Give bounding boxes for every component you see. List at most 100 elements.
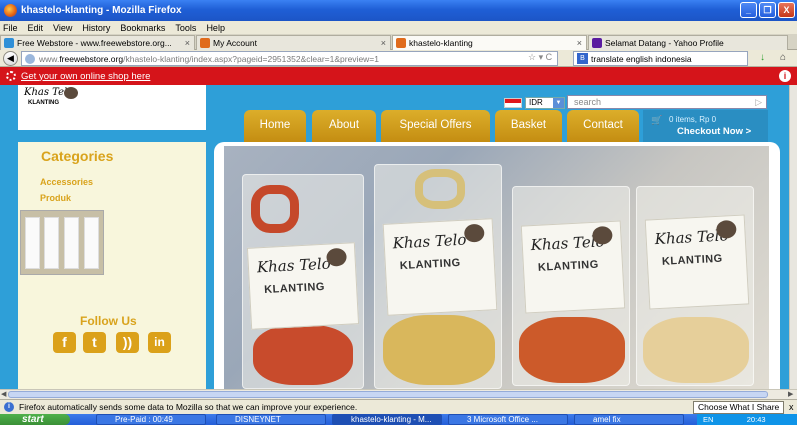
close-notification-icon[interactable]: x [789, 402, 794, 412]
menu-help[interactable]: Help [206, 23, 225, 33]
search-go-icon[interactable]: ▷ [755, 96, 762, 108]
loading-spinner-icon [6, 71, 16, 81]
back-button[interactable]: ◀ [3, 51, 18, 66]
snack-ring [251, 185, 299, 233]
promo-bar: Get your own online shop here i [0, 67, 797, 85]
choose-what-i-share-button[interactable]: Choose What I Share [693, 401, 785, 414]
product-label: Khas Telo KLANTING [644, 214, 750, 310]
start-button[interactable]: start [0, 414, 70, 425]
tab-khastelo-klanting[interactable]: khastelo-klanting × [392, 35, 587, 50]
menu-file[interactable]: File [3, 23, 18, 33]
cart-icon: 🛒 [651, 115, 663, 125]
tab-my-account[interactable]: My Account × [196, 35, 391, 50]
tab-close-icon[interactable]: × [381, 38, 386, 48]
currency-selector[interactable]: IDR ▼ [504, 97, 565, 109]
download-icon[interactable]: ↓ [760, 52, 765, 63]
label-script: Khas Telo [256, 254, 332, 277]
scroll-thumb[interactable] [8, 391, 768, 398]
tab-yahoo-profile[interactable]: Selamat Datang - Yahoo Profile [588, 35, 788, 50]
yahoo-favicon-icon [592, 38, 602, 48]
snack-pile [253, 325, 353, 385]
url-path: /khastelo-klanting/index.aspx?pageid=295… [123, 53, 379, 64]
language-indicator[interactable]: EN [703, 415, 713, 424]
mascot-icon [715, 219, 737, 239]
store-page: Khas Telo KLANTING IDR ▼ search ▷ Home A… [0, 85, 789, 389]
search-engine-icon[interactable]: B [577, 53, 588, 64]
store-logo[interactable]: Khas Telo KLANTING [18, 85, 206, 130]
browser-search-box[interactable]: B translate english indonesia [573, 51, 748, 66]
logo-name-text: KLANTING [28, 100, 59, 106]
nav-contact[interactable]: Contact [567, 110, 639, 142]
notification-text: Firefox automatically sends some data to… [19, 402, 358, 412]
currency-value: IDR [529, 98, 543, 107]
tab-label: Selamat Datang - Yahoo Profile [605, 38, 724, 48]
rss-icon[interactable]: )) [116, 332, 139, 353]
mascot-icon [591, 225, 613, 245]
menu-edit[interactable]: Edit [28, 23, 44, 33]
address-bar[interactable]: www. freewebstore.org/khastelo-klanting/i… [21, 51, 558, 66]
menu-view[interactable]: View [53, 23, 72, 33]
info-icon[interactable]: i [779, 70, 791, 82]
maximize-button[interactable]: ❐ [759, 2, 776, 18]
tab-close-icon[interactable]: × [185, 38, 190, 48]
cart-summary[interactable]: 🛒 0 items, Rp 0 Checkout Now > [643, 110, 768, 142]
categories-heading: Categories [41, 148, 114, 164]
nav-basket[interactable]: Basket [495, 110, 562, 142]
info-icon: i [4, 402, 14, 412]
product-label: Khas Telo KLANTING [520, 220, 626, 314]
label-script: Khas Telo [392, 230, 467, 253]
main-content: Khas Telo KLANTING Khas Telo KLANTING Kh… [214, 142, 780, 389]
product-bag: Khas Telo KLANTING [636, 186, 754, 386]
browser-search-value: translate english indonesia [591, 53, 692, 64]
store-favicon-icon [200, 38, 210, 48]
menu-tools[interactable]: Tools [175, 23, 196, 33]
facebook-icon[interactable]: f [53, 332, 76, 353]
taskbar-item[interactable]: 3 Microsoft Office ... [448, 414, 568, 425]
tab-bar: Free Webstore - www.freewebstore.org... … [0, 34, 797, 50]
horizontal-scrollbar[interactable]: ◀ ▶ [0, 389, 797, 399]
linkedin-icon[interactable]: in [148, 332, 171, 353]
product-photo: Khas Telo KLANTING Khas Telo KLANTING Kh… [224, 146, 769, 389]
taskbar-item[interactable]: amel fix [574, 414, 684, 425]
tab-close-icon[interactable]: × [577, 38, 582, 48]
category-produk[interactable]: Produk [40, 193, 71, 203]
sidebar: Categories Accessories Produk Follow Us … [18, 142, 206, 389]
home-icon[interactable]: ⌂ [780, 52, 786, 63]
windows-taskbar: start Pre-Paid : 00:49 DISNEYNET khastel… [0, 414, 797, 425]
nav-home[interactable]: Home [244, 110, 306, 142]
vertical-scrollbar[interactable] [789, 85, 797, 389]
get-shop-link[interactable]: Get your own online shop here [21, 71, 150, 82]
menu-history[interactable]: History [82, 23, 110, 33]
close-window-button[interactable]: X [778, 2, 795, 18]
mascot-icon [326, 247, 347, 267]
navigation-toolbar: ◀ www. freewebstore.org/khastelo-klanting… [0, 50, 797, 67]
product-thumbnail[interactable] [20, 210, 104, 275]
reload-icon[interactable]: ☆ ▾ C [528, 52, 552, 63]
nav-about[interactable]: About [312, 110, 376, 142]
snack-ring [415, 169, 465, 209]
menu-bookmarks[interactable]: Bookmarks [120, 23, 165, 33]
scroll-left-icon[interactable]: ◀ [1, 390, 6, 398]
url-prefix: www. [39, 53, 60, 64]
firefox-logo-icon [4, 4, 17, 17]
minimize-button[interactable]: _ [740, 2, 757, 18]
scroll-right-icon[interactable]: ▶ [788, 390, 793, 398]
taskbar-item[interactable]: khastelo-klanting - M... [332, 414, 442, 425]
site-identity-icon[interactable] [25, 53, 35, 64]
window-titlebar: khastelo-klanting - Mozilla Firefox _ ❐ … [0, 0, 797, 21]
twitter-icon[interactable]: t [83, 332, 106, 353]
chevron-down-icon: ▼ [553, 98, 564, 108]
window-title: khastelo-klanting - Mozilla Firefox [21, 5, 182, 16]
taskbar-item[interactable]: DISNEYNET [216, 414, 326, 425]
label-name: KLANTING [263, 280, 326, 297]
tab-freewebstore[interactable]: Free Webstore - www.freewebstore.org... … [0, 35, 195, 50]
nav-special-offers[interactable]: Special Offers [381, 110, 490, 142]
currency-select[interactable]: IDR ▼ [525, 97, 565, 109]
taskbar-item[interactable]: Pre-Paid : 00:49 [96, 414, 206, 425]
menu-bar: File Edit View History Bookmarks Tools H… [0, 21, 797, 34]
store-search-input[interactable]: search ▷ [567, 95, 767, 109]
checkout-link[interactable]: Checkout Now > [677, 126, 751, 137]
category-accessories[interactable]: Accessories [40, 177, 93, 187]
tab-label: Free Webstore - www.freewebstore.org... [17, 38, 172, 48]
window-controls: _ ❐ X [740, 2, 795, 18]
